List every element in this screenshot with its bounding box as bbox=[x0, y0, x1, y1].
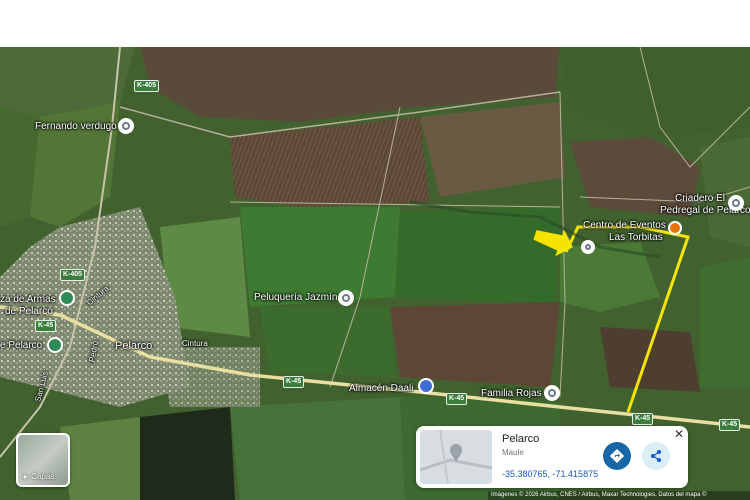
place-info-card[interactable]: Pelarco Maule -35.380765, -71.415875 ✕ bbox=[416, 426, 688, 488]
map-thumbnail-icon bbox=[420, 430, 492, 484]
place-label-plaza-line2[interactable]: de Pelarco bbox=[5, 306, 53, 317]
layers-button[interactable]: ◈ Capas bbox=[16, 433, 70, 487]
event-venue-pin-icon[interactable] bbox=[668, 221, 682, 235]
road-shield-k405: K-405 bbox=[60, 269, 86, 281]
place-pin-icon[interactable] bbox=[338, 290, 354, 306]
park-pin-icon[interactable] bbox=[59, 290, 75, 306]
place-pin-icon[interactable] bbox=[728, 195, 744, 211]
directions-button[interactable] bbox=[603, 442, 631, 470]
store-pin-icon[interactable] bbox=[418, 378, 434, 394]
place-label-criadero-line1[interactable]: Criadero El bbox=[675, 193, 725, 204]
place-coordinates[interactable]: -35.380765, -71.415875 bbox=[502, 469, 598, 479]
place-label-fernando-verdugo[interactable]: Fernando verdugo bbox=[35, 121, 117, 132]
road-shield-k45: K-45 bbox=[719, 419, 741, 431]
place-pin-icon[interactable] bbox=[544, 385, 560, 401]
place-pin-icon[interactable] bbox=[118, 118, 134, 134]
road-shield-k45: K-45 bbox=[283, 376, 305, 388]
place-label-almacen-daali[interactable]: Almacén Daali bbox=[349, 383, 413, 394]
street-label: Cintura bbox=[182, 339, 208, 348]
place-label-plaza-line1[interactable]: za de Armas bbox=[0, 294, 56, 305]
place-label-peluqueria[interactable]: Peluquería Jazmín bbox=[254, 292, 337, 303]
place-region: Maule bbox=[502, 448, 524, 457]
layers-label: Capas bbox=[31, 472, 55, 481]
map-attribution: Imágenes © 2026 Airbus, CNES / Airbus, M… bbox=[488, 491, 750, 500]
top-blank-area bbox=[0, 0, 750, 47]
road-shield-k45: K-45 bbox=[35, 320, 57, 332]
place-title: Pelarco bbox=[502, 433, 540, 445]
share-button[interactable] bbox=[642, 442, 670, 470]
place-label-familia-rojas[interactable]: Familia Rojas bbox=[481, 388, 542, 399]
road-shield-k45: K-45 bbox=[446, 393, 468, 405]
place-thumbnail[interactable] bbox=[420, 430, 492, 484]
road-shield-k45: K-45 bbox=[632, 413, 654, 425]
place-label-centro-eventos-line2[interactable]: Las Torbitas bbox=[609, 232, 663, 243]
layers-icon: ◈ bbox=[22, 472, 29, 481]
directions-icon bbox=[610, 449, 624, 463]
share-icon bbox=[651, 450, 661, 462]
town-label-pelarco[interactable]: Pelarco bbox=[115, 340, 152, 352]
place-label-centro-eventos-line1[interactable]: Centro de Eventos bbox=[583, 220, 666, 231]
road-shield-k405: K-405 bbox=[134, 80, 160, 92]
park-pin-icon[interactable] bbox=[47, 337, 63, 353]
place-pin-icon[interactable] bbox=[581, 240, 595, 254]
place-label-pelarco-left[interactable]: e Pelarco bbox=[0, 340, 42, 351]
close-button[interactable]: ✕ bbox=[672, 427, 686, 441]
